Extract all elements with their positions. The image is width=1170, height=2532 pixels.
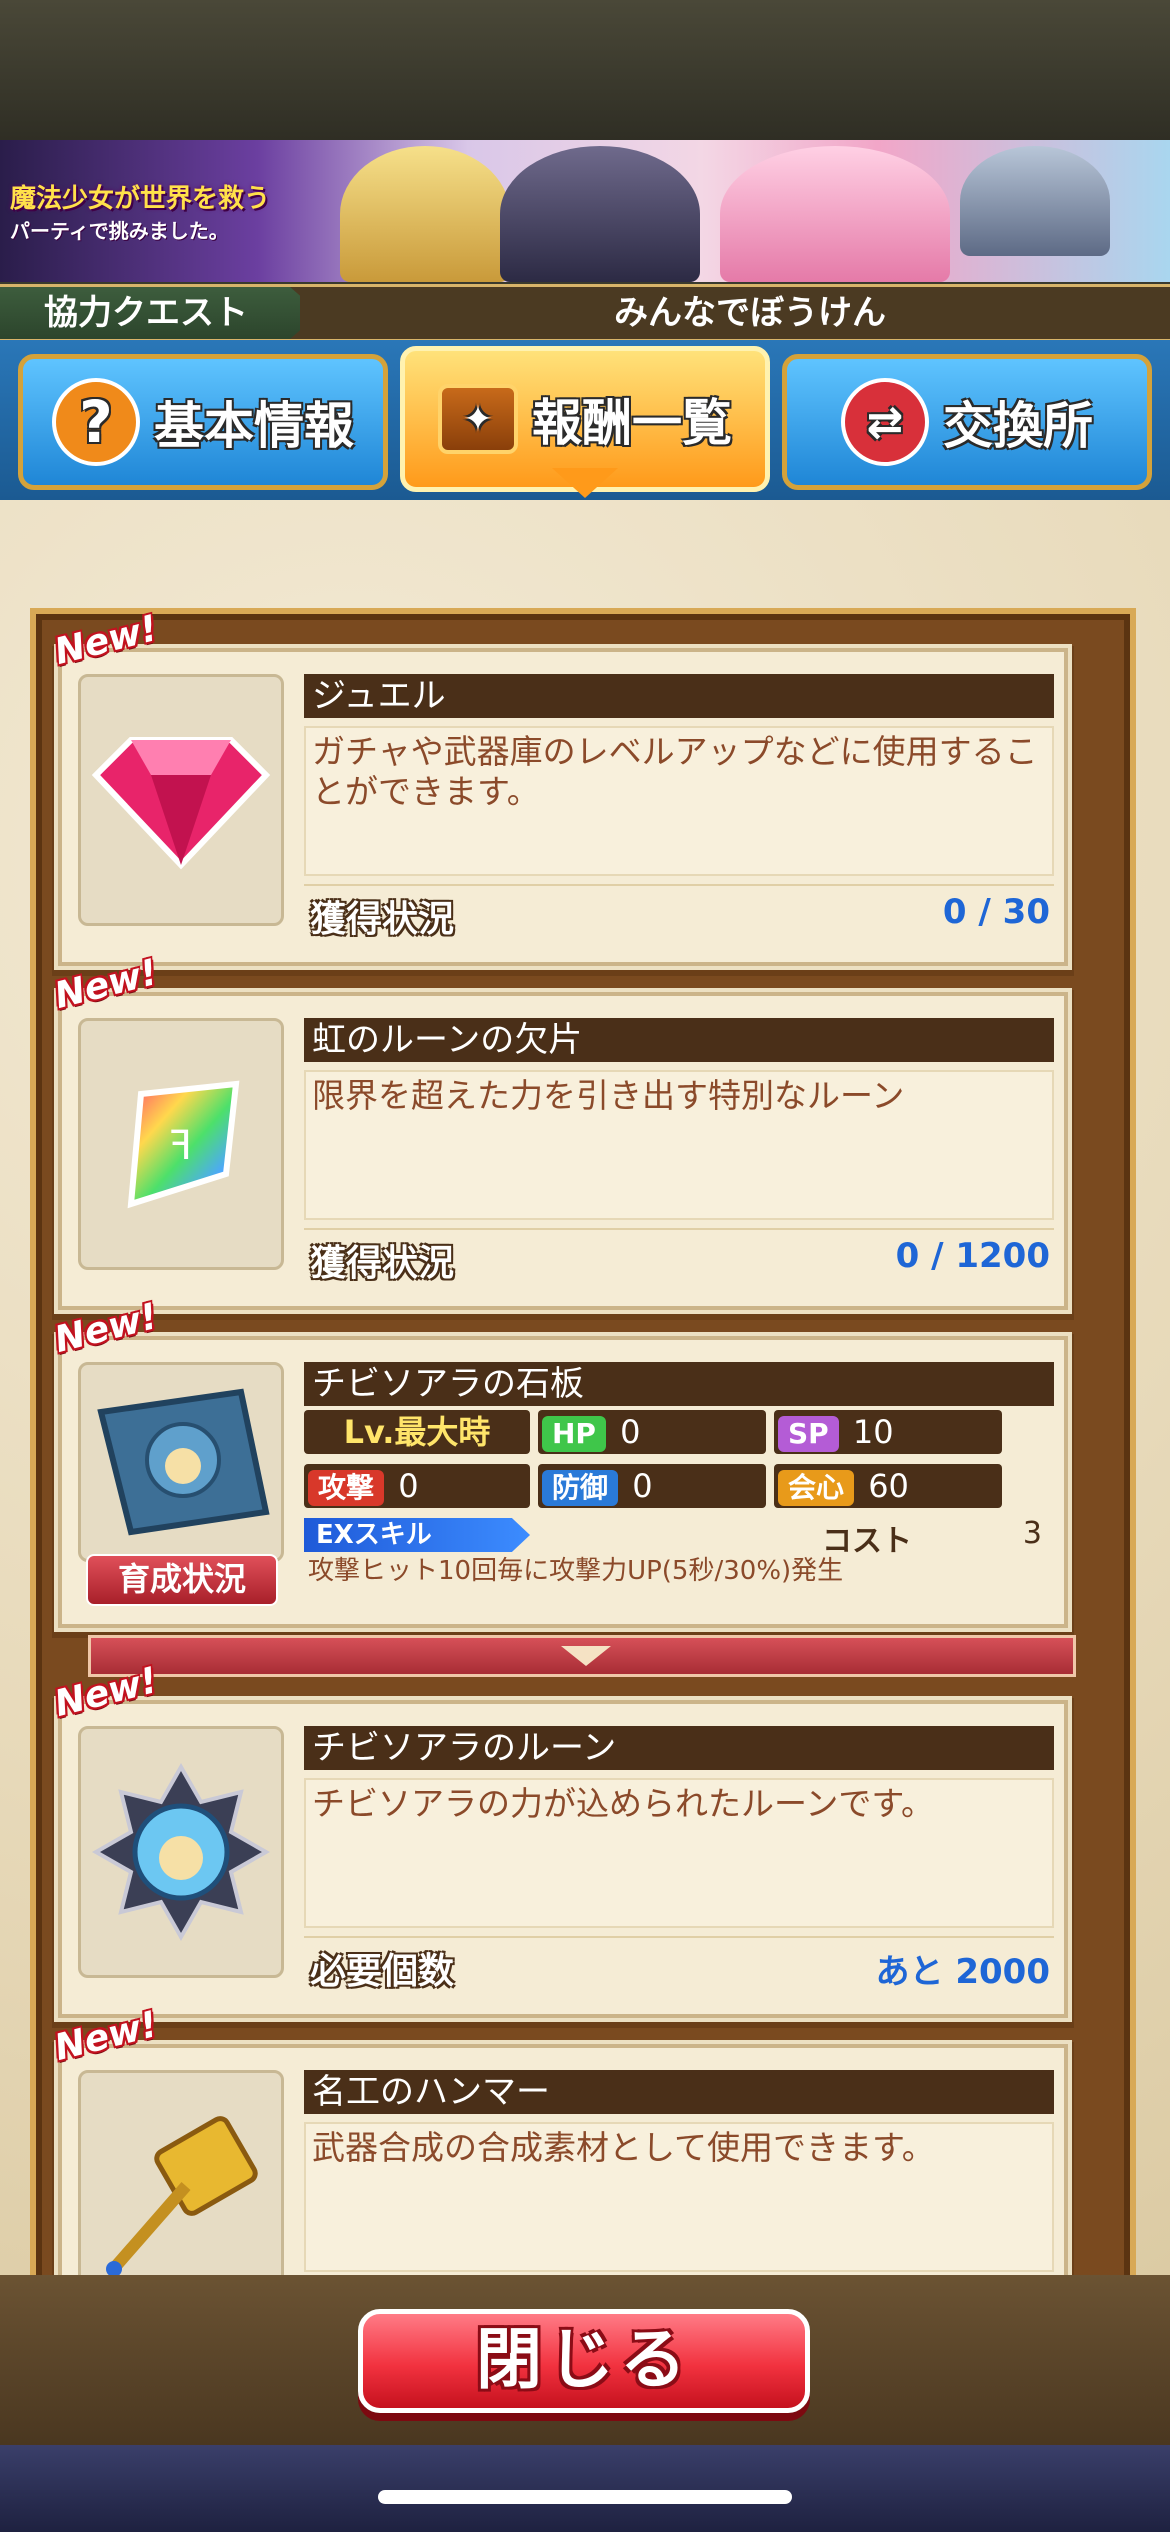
exchange-bag-icon: ⇄ xyxy=(841,378,929,466)
critical-value: 60 xyxy=(868,1467,909,1505)
tab-basic-info-label: 基本情報 xyxy=(154,397,354,455)
reward-status-row: 獲得状況 0 / 1200 xyxy=(304,1228,1054,1284)
reward-icon-box xyxy=(78,674,284,926)
hammer-icon xyxy=(106,2116,258,2277)
banner-line1: 魔法少女が世界を救う xyxy=(10,184,271,214)
status-value: 0 / 1200 xyxy=(895,1236,1050,1276)
rune-medallion-icon xyxy=(91,1762,271,1942)
stat-critical: 会心 60 xyxy=(774,1464,1002,1508)
ex-skill-label: EXスキル xyxy=(316,1520,432,1550)
status-label: 必要個数 xyxy=(310,1951,455,1992)
reward-card-jewel[interactable]: New! ジュエル ガチャや武器庫のレベルアップなどに使用することができます。 … xyxy=(51,608,1068,966)
defense-value: 0 xyxy=(632,1467,653,1505)
bottom-background xyxy=(0,2445,1170,2532)
stone-tablet-icon xyxy=(97,1388,270,1536)
reward-card-rainbow-rune[interactable]: New! ꟻ 虹のルーンの欠片 限界を超えた力を引き出す特別なルーン 獲得状況 … xyxy=(51,952,1068,1310)
reward-name: 虹のルーンの欠片 xyxy=(304,1018,1054,1062)
reward-card-rune[interactable]: New! チビソアラのルーン チビソアラの力が込められたルーンです。 必要個数 … xyxy=(51,1660,1068,2018)
top-background xyxy=(0,0,1170,140)
status-label: 獲得状況 xyxy=(310,899,455,940)
banner-character-4 xyxy=(960,146,1110,256)
quest-title-bar: 協力クエスト みんなでぼうけん xyxy=(0,284,1170,342)
stat-hp: HP 0 xyxy=(538,1410,766,1454)
expand-details-button[interactable] xyxy=(88,1635,1076,1677)
status-label: 獲得状況 xyxy=(310,1243,455,1284)
reward-list-panel[interactable]: New! ジュエル ガチャや武器庫のレベルアップなどに使用することができます。 … xyxy=(0,500,1170,2362)
reward-card-stone-tablet[interactable]: New! 育成状況 チビソアラの石板 Lv.最大時 HP 0 SP 10 攻撃 … xyxy=(51,1296,1068,1628)
stat-attack: 攻撃 0 xyxy=(304,1464,530,1508)
banner-character-2 xyxy=(500,146,700,282)
quest-category: 協力クエスト xyxy=(0,287,300,339)
reward-name: チビソアラのルーン xyxy=(304,1726,1054,1770)
chevron-down-icon xyxy=(561,1646,611,1666)
ex-skill-tag: EXスキル xyxy=(304,1518,530,1552)
attack-label: 攻撃 xyxy=(308,1470,385,1506)
sp-value: 10 xyxy=(852,1413,894,1451)
hp-value: 0 xyxy=(620,1413,641,1451)
question-icon: ? xyxy=(52,378,140,466)
banner-line2: パーティで挑みました。 xyxy=(10,219,229,243)
tab-basic-info[interactable]: ? 基本情報 xyxy=(18,354,388,490)
defense-label: 防御 xyxy=(542,1470,619,1506)
level-max-label: Lv.最大時 xyxy=(343,1413,491,1451)
reward-description: ガチャや武器庫のレベルアップなどに使用することができます。 xyxy=(304,726,1054,876)
tab-rewards-label: 報酬一覧 xyxy=(532,394,732,452)
event-banner[interactable]: 魔法少女が世界を救う パーティで挑みました。 xyxy=(0,140,1170,282)
reward-icon-box xyxy=(78,1726,284,1978)
reward-name: チビソアラの石板 xyxy=(304,1362,1054,1406)
bottom-bar: 閉じる xyxy=(0,2275,1170,2445)
close-button[interactable]: 閉じる xyxy=(358,2309,810,2413)
sp-label: SP xyxy=(778,1416,839,1452)
stat-sp: SP 10 xyxy=(774,1410,1002,1454)
cost-row: コスト 3 xyxy=(822,1516,1052,1559)
home-indicator[interactable] xyxy=(378,2490,792,2504)
banner-character-1 xyxy=(340,146,510,282)
reward-icon-box: ꟻ xyxy=(78,1018,284,1270)
ex-skill-text: 攻撃ヒット10回毎に攻撃力UP(5秒/30%)発生 xyxy=(308,1556,844,1586)
banner-logo: 魔法少女が世界を救う パーティで挑みました。 xyxy=(10,156,340,266)
reward-status-row: 獲得状況 0 / 30 xyxy=(304,884,1054,940)
critical-label: 会心 xyxy=(778,1470,855,1506)
status-value: 0 / 30 xyxy=(942,892,1050,932)
status-value: あと 2000 xyxy=(875,1952,1050,1992)
jewel-icon xyxy=(91,737,271,870)
reward-icon-box xyxy=(78,1362,284,1562)
hp-label: HP xyxy=(542,1416,606,1452)
tab-exchange[interactable]: ⇄ 交換所 xyxy=(782,354,1152,490)
banner-character-3 xyxy=(720,146,950,282)
level-max-label-box: Lv.最大時 xyxy=(304,1410,530,1454)
stat-defense: 防御 0 xyxy=(538,1464,766,1508)
reward-name: 名工のハンマー xyxy=(304,2070,1054,2114)
reward-status-row: 必要個数 あと 2000 xyxy=(304,1936,1054,1992)
tab-exchange-label: 交換所 xyxy=(943,397,1093,455)
quest-name: みんなでぼうけん xyxy=(614,293,886,333)
reward-description: 武器合成の合成素材として使用できます。 xyxy=(304,2122,1054,2272)
rainbow-rune-shard-icon: ꟻ xyxy=(127,1080,240,1209)
growth-status-button[interactable]: 育成状況 xyxy=(86,1554,278,1606)
svg-text:ꟻ: ꟻ xyxy=(169,1123,192,1169)
cost-value: 3 xyxy=(1022,1516,1042,1551)
attack-value: 0 xyxy=(398,1467,419,1505)
reward-description: チビソアラの力が込められたルーンです。 xyxy=(304,1778,1054,1928)
treasure-chest-icon: ✦ xyxy=(438,384,518,454)
reward-description: 限界を超えた力を引き出す特別なルーン xyxy=(304,1070,1054,1220)
reward-name: ジュエル xyxy=(304,674,1054,718)
